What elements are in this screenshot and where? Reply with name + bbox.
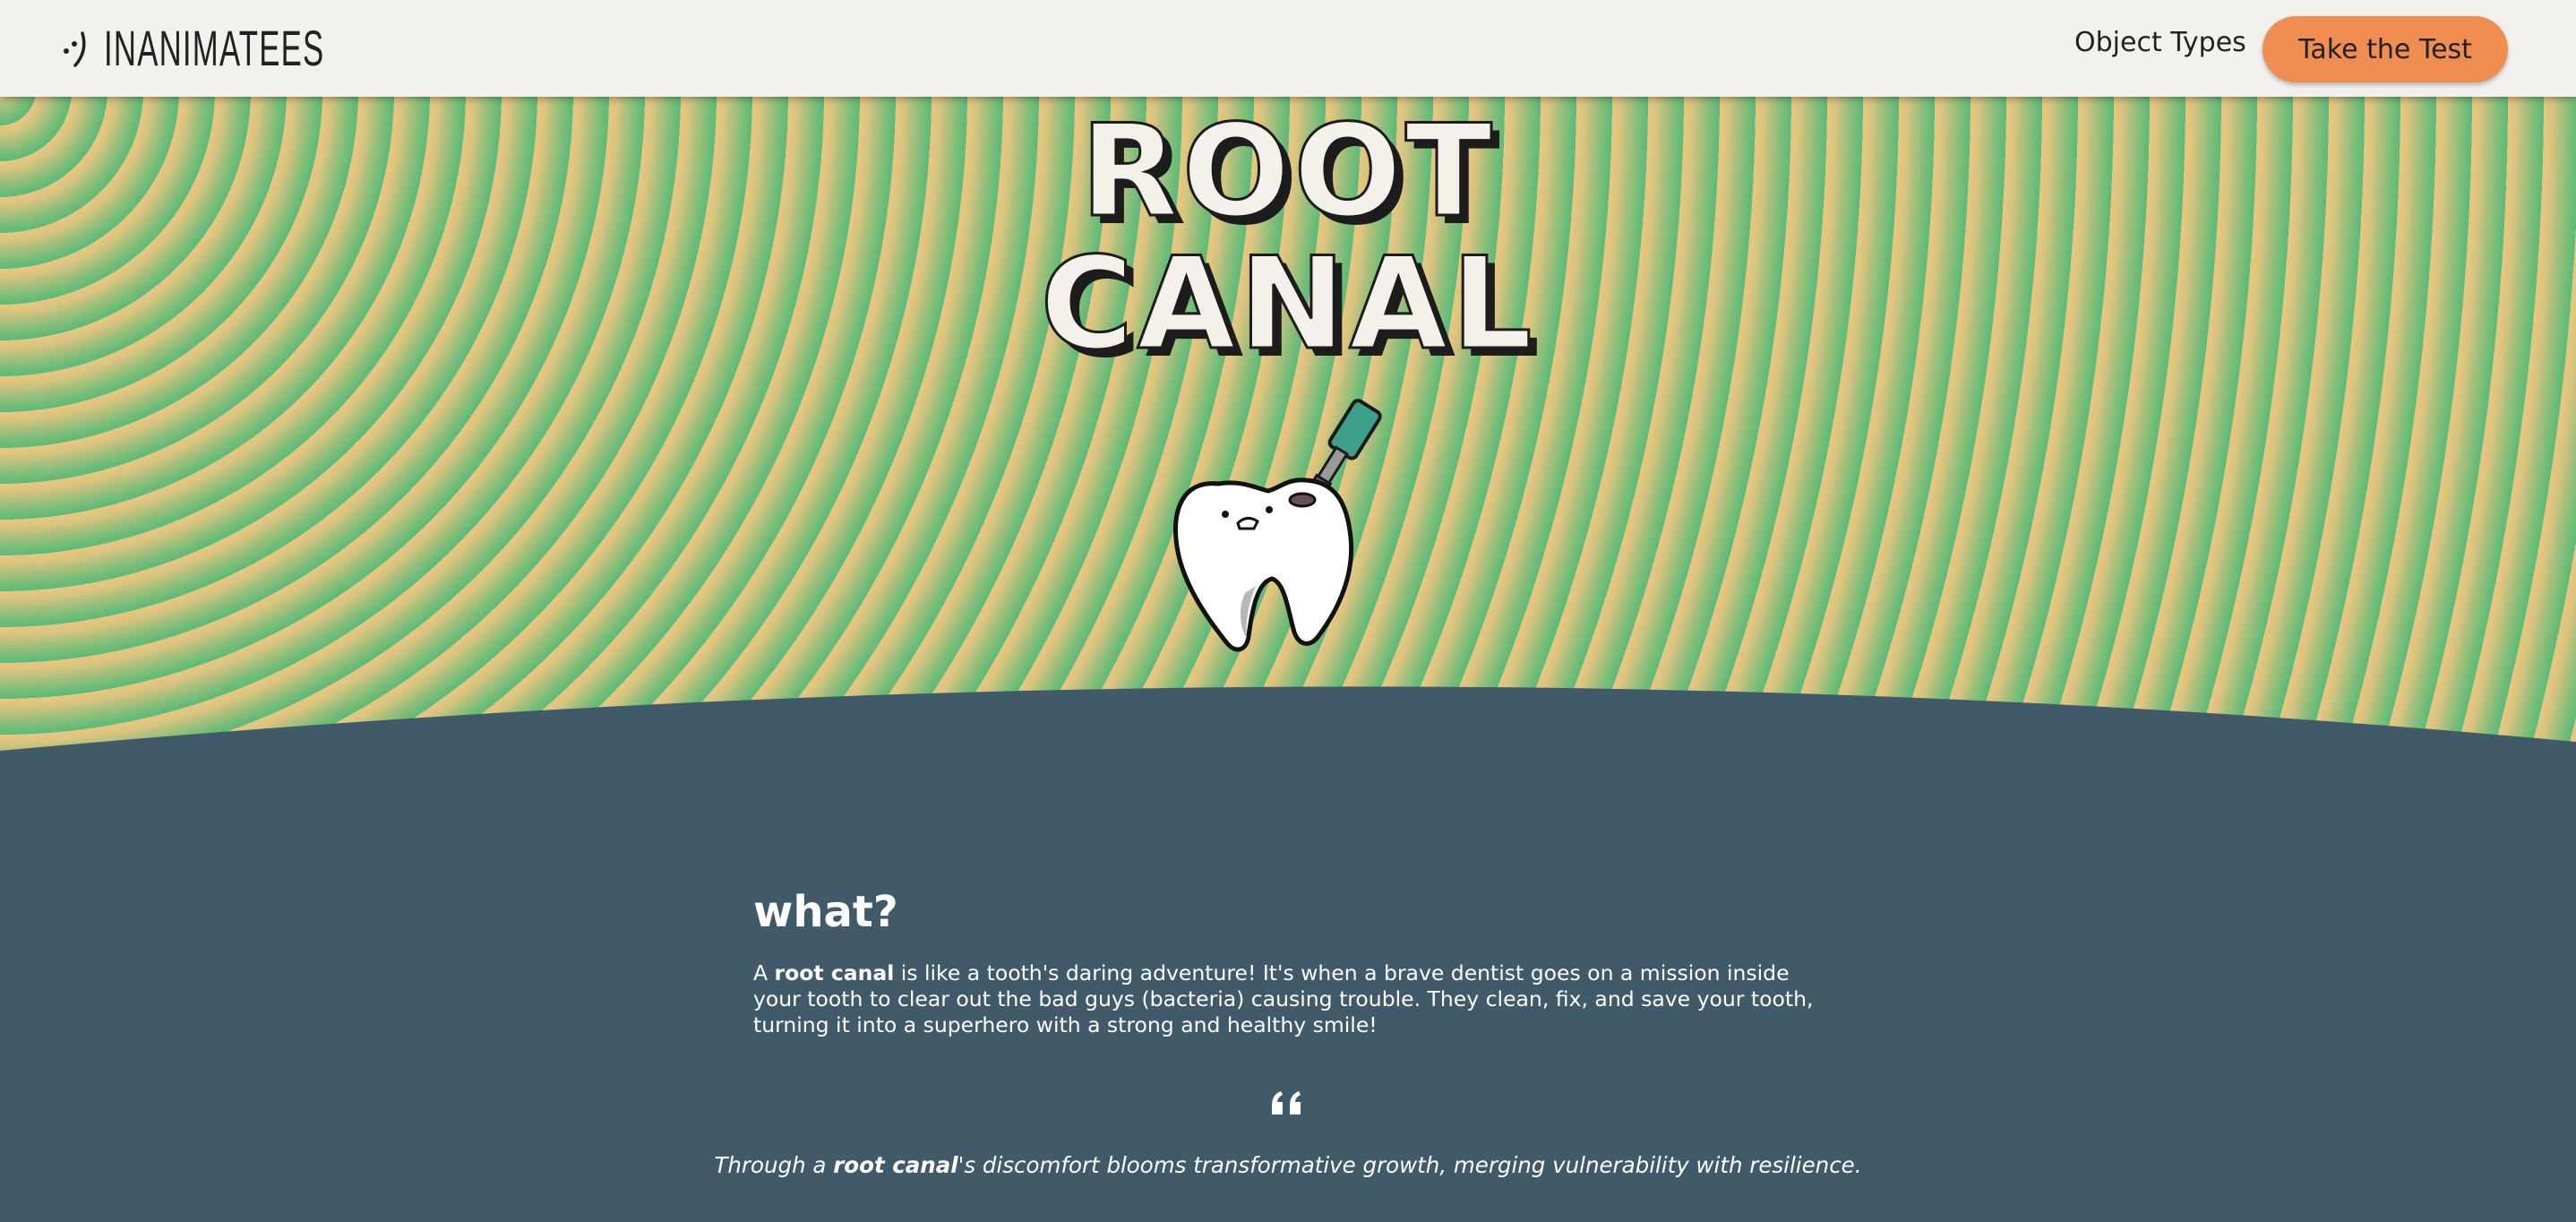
quote-icon [1272,1091,1301,1114]
logo-face-icon [64,31,86,67]
title-line-1: ROOT [1079,98,1496,245]
quote-prefix: Through a [714,1152,834,1178]
description-prefix: A [753,960,775,985]
section-heading: what? [753,887,898,937]
what-section: what? A root canal is like a tooth's dar… [753,887,1819,1038]
page-title: ROOT CANAL [930,98,1646,378]
take-the-test-button[interactable]: Take the Test [2263,16,2508,82]
section-description: A root canal is like a tooth's daring ad… [753,960,1819,1038]
site-header: INANIMATEES Object Types Take the Test [0,0,2576,97]
nav-object-types[interactable]: Object Types [2074,27,2246,58]
brand-logo[interactable]: INANIMATEES [61,18,459,77]
description-bold: root canal [774,960,895,985]
tooth-with-drill-icon [1173,399,1382,652]
description-rest: is like a tooth's daring adventure! It's… [753,960,1814,1037]
title-line-2: CANAL [1039,230,1536,378]
quote-bold: root canal [833,1152,958,1178]
quote-rest: 's discomfort blooms transformative grow… [957,1152,1862,1178]
brand-name: INANIMATEES [104,19,325,76]
quote-text: Through a root canal's discomfort blooms… [0,1152,2576,1178]
